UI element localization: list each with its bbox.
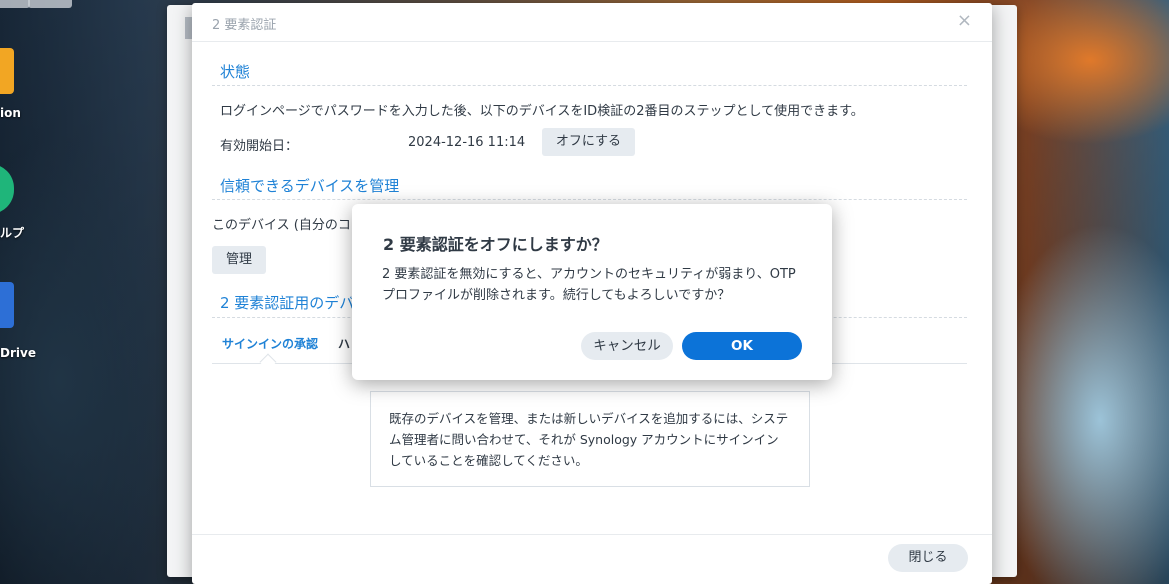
trusted-devices-heading: 信頼できるデバイスを管理 <box>220 177 400 195</box>
turn-off-button[interactable]: オフにする <box>542 128 635 156</box>
enabled-label: 有効開始日： <box>220 139 299 154</box>
tab-hardware-key[interactable]: ハ <box>338 335 350 352</box>
confirm-dialog: 2 要素認証をオフにしますか？ 2 要素認証を無効にすると、アカウントのセキュリ… <box>352 204 832 380</box>
status-heading: 状態 <box>220 63 251 81</box>
divider <box>192 534 992 535</box>
trusted-device-text: このデバイス (自分のコ <box>212 218 351 233</box>
dialog-title: 2 要素認証 <box>212 18 277 33</box>
desktop-icon-label: ルプ <box>0 226 25 240</box>
ok-button[interactable]: OK <box>682 332 802 360</box>
desktop-taskbar-button[interactable] <box>28 0 72 8</box>
confirm-message: 2 要素認証を無効にすると、アカウントのセキュリティが弱まり、OTP プロファイ… <box>382 267 796 303</box>
desktop-icon-label: Drive <box>0 346 36 360</box>
cancel-button[interactable]: キャンセル <box>581 332 673 360</box>
close-button[interactable]: 閉じる <box>888 544 968 572</box>
divider <box>212 85 967 86</box>
manage-button[interactable]: 管理 <box>212 246 266 274</box>
info-box: 既存のデバイスを管理、または新しいデバイスを追加するには、システム管理者に問い合… <box>370 391 810 487</box>
desktop-taskbar-button[interactable] <box>0 0 30 8</box>
divider <box>192 41 992 42</box>
desktop-icon-label: ion <box>0 106 21 120</box>
confirm-title: 2 要素認証をオフにしますか？ <box>383 235 608 254</box>
tab-indicator <box>259 353 277 371</box>
devices-heading: 2 要素認証用のデバ <box>220 294 355 312</box>
enabled-date: 2024-12-16 11:14 <box>408 135 526 150</box>
divider <box>212 199 967 200</box>
drive-icon <box>0 282 14 328</box>
tab-sign-in-approval[interactable]: サインインの承認 <box>222 335 318 352</box>
status-description: ログインページでパスワードを入力した後、以下のデバイスをID検証の2番目のステッ… <box>220 104 864 119</box>
close-icon[interactable]: × <box>957 11 972 31</box>
folder-icon <box>0 48 14 94</box>
